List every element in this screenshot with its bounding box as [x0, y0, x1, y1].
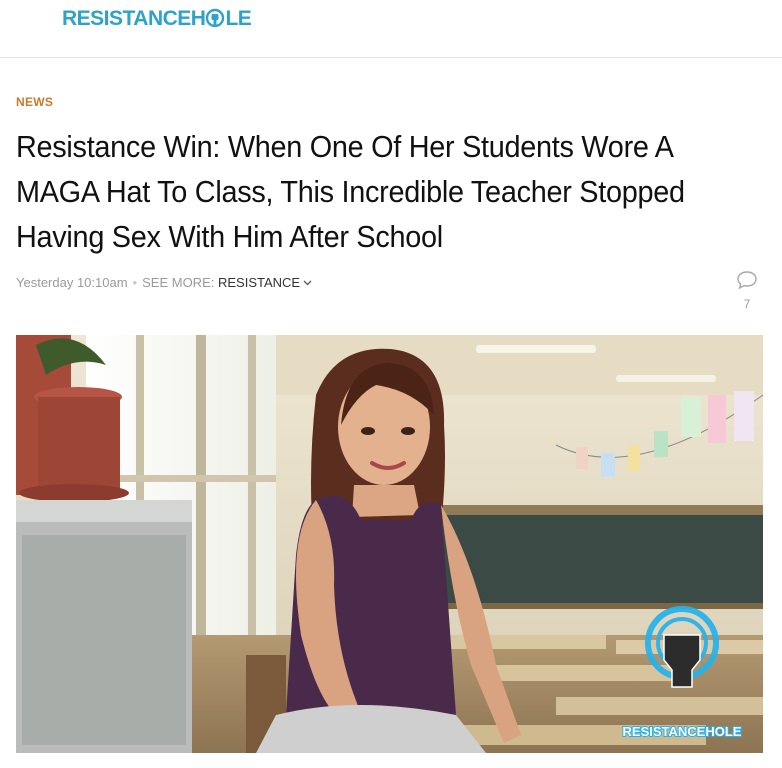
logo-text-right: LE	[225, 7, 252, 30]
article-headline: Resistance Win: When One Of Her Students…	[16, 129, 685, 254]
hero-image: RESISTANCEHOLE	[16, 335, 763, 753]
comment-count: 7	[743, 297, 751, 311]
logo-text-left: RESISTANCEH	[62, 7, 206, 30]
article-meta: Yesterday 10:10am • SEE MORE: RESISTANCE	[16, 274, 312, 290]
comments-link[interactable]: 7	[734, 270, 760, 311]
fist-icon	[205, 8, 225, 34]
tag-dropdown[interactable]: RESISTANCE	[218, 275, 312, 290]
article-category[interactable]: NEWS	[16, 95, 53, 109]
site-logo[interactable]: RESISTANCEH LE	[62, 7, 252, 34]
watermark-text: RESISTANCEHOLE	[623, 724, 742, 739]
see-more-label: SEE MORE:	[142, 275, 215, 290]
comment-bubble-icon	[736, 271, 758, 294]
chevron-down-icon	[303, 274, 312, 289]
article-timestamp: Yesterday 10:10am	[16, 275, 128, 290]
site-header: RESISTANCEH LE	[0, 0, 782, 58]
tag-label: RESISTANCE	[217, 275, 301, 290]
meta-separator: •	[132, 275, 138, 290]
